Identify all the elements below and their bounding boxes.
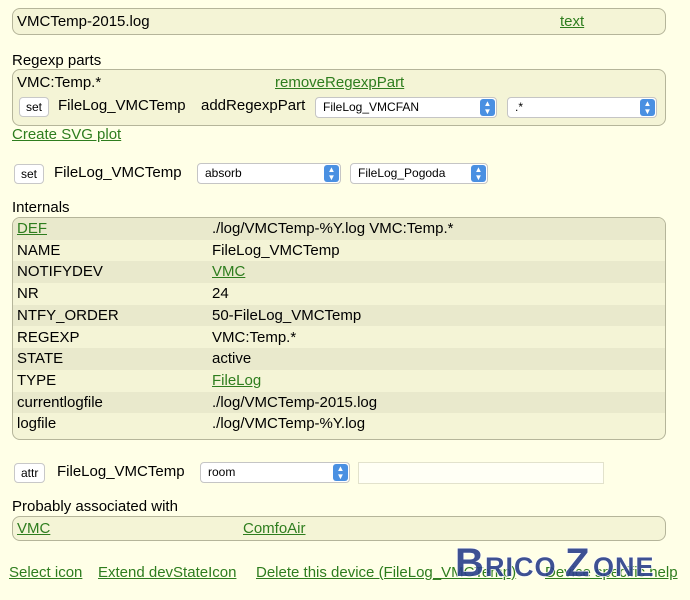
attr-select-value: room (208, 465, 236, 479)
svg-text:B: B (455, 541, 485, 585)
associated-section-title: Probably associated with (12, 498, 178, 515)
device-header-box: VMCTemp-2015.log text (12, 8, 666, 35)
table-row: NAME FileLog_VMCTemp (13, 240, 665, 262)
select-chevron-icon: ▲ ▼ (333, 464, 348, 481)
svg-text:Z: Z (565, 541, 590, 585)
text-link[interactable]: text (560, 13, 584, 30)
table-row: REGEXP VMC:Temp.* (13, 327, 665, 349)
internal-value: FileLog_VMCTemp (212, 241, 340, 259)
internal-key: NOTIFYDEV (17, 263, 103, 281)
select-chevron-icon: ▲ ▼ (640, 99, 655, 116)
create-svg-plot-link[interactable]: Create SVG plot (12, 126, 121, 143)
internal-key: NR (17, 285, 39, 303)
associated-link-vmc[interactable]: VMC (17, 520, 50, 537)
internal-value: ./log/VMCTemp-%Y.log (212, 415, 366, 433)
regexp-section-title: Regexp parts (12, 52, 102, 69)
table-row: TYPE FileLog (13, 370, 665, 392)
internal-value: 50-FileLog_VMCTemp (212, 306, 362, 324)
svg-text:RICO: RICO (485, 552, 557, 582)
internal-key: REGEXP (17, 328, 80, 346)
svg-text:ONE: ONE (593, 552, 655, 582)
regexp-set-button[interactable]: set (19, 97, 50, 117)
select-chevron-icon: ▲ ▼ (471, 165, 486, 182)
bricozone-watermark-logo: B RICO Z ONE (454, 538, 685, 586)
internal-value: ./log/VMCTemp-%Y.log VMC:Temp.* (212, 220, 454, 237)
internal-value: 24 (212, 285, 229, 303)
type-link[interactable]: FileLog (212, 370, 261, 391)
internal-key: NTFY_ORDER (17, 306, 119, 324)
internal-value: VMC:Temp.* (212, 328, 297, 346)
device-name: VMCTemp-2015.log (17, 13, 150, 30)
set-command-select[interactable]: absorb ▲ ▼ (197, 163, 341, 184)
regexp-device-select[interactable]: FileLog_VMCFAN ▲ ▼ (315, 97, 497, 118)
internal-value: active (212, 350, 252, 368)
set-device-label: FileLog_VMCTemp (54, 164, 182, 181)
internal-key: NAME (17, 241, 61, 259)
internals-table: DEF ./log/VMCTemp-%Y.log VMC:Temp.* NAME… (12, 217, 666, 440)
table-row: NTFY_ORDER 50-FileLog_VMCTemp (13, 304, 665, 327)
attr-select[interactable]: room ▲ ▼ (200, 462, 350, 483)
select-chevron-icon: ▲ ▼ (324, 165, 339, 182)
attr-device-label: FileLog_VMCTemp (57, 463, 185, 480)
internal-key: STATE (17, 350, 64, 368)
select-icon-link[interactable]: Select icon (9, 564, 82, 581)
regexp-current-part: VMC:Temp.* (17, 74, 102, 91)
table-row: logfile ./log/VMCTemp-%Y.log (13, 413, 665, 435)
internal-key: TYPE (17, 371, 57, 389)
table-row: STATE active (13, 348, 665, 370)
internals-section-title: Internals (12, 199, 70, 216)
attr-value-input[interactable] (358, 462, 604, 484)
table-row: NOTIFYDEV VMC (13, 261, 665, 284)
bricozone-logo-icon: B RICO Z ONE (454, 540, 655, 586)
internal-value: ./log/VMCTemp-2015.log (212, 393, 378, 411)
set-command-select-value: absorb (205, 166, 242, 180)
attr-button[interactable]: attr (14, 463, 46, 483)
associated-link-comfoair[interactable]: ComfoAir (243, 520, 306, 537)
set-target-select[interactable]: FileLog_Pogoda ▲ ▼ (350, 163, 488, 184)
notifydev-link[interactable]: VMC (212, 261, 245, 282)
regexp-pattern-select[interactable]: .* ▲ ▼ (507, 97, 657, 118)
regexp-pattern-select-value: .* (515, 100, 524, 114)
table-row: currentlogfile ./log/VMCTemp-2015.log (13, 391, 665, 414)
set-button[interactable]: set (14, 164, 45, 184)
regexp-box: VMC:Temp.* removeRegexpPart set FileLog_… (12, 69, 666, 126)
add-regexp-part-label: addRegexpPart (201, 97, 306, 114)
table-row: NR 24 (13, 283, 665, 305)
table-row: DEF ./log/VMCTemp-%Y.log VMC:Temp.* (13, 218, 665, 240)
regexp-device-label: FileLog_VMCTemp (58, 97, 186, 114)
select-chevron-icon: ▲ ▼ (480, 99, 495, 116)
regexp-device-select-value: FileLog_VMCFAN (323, 100, 420, 114)
set-target-select-value: FileLog_Pogoda (358, 166, 446, 180)
internal-key: currentlogfile (17, 393, 103, 411)
extend-devstateicon-link[interactable]: Extend devStateIcon (98, 564, 236, 581)
internal-key: logfile (17, 415, 57, 433)
internal-key-def-link[interactable]: DEF (17, 218, 47, 239)
remove-regexp-part-link[interactable]: removeRegexpPart (275, 74, 404, 91)
